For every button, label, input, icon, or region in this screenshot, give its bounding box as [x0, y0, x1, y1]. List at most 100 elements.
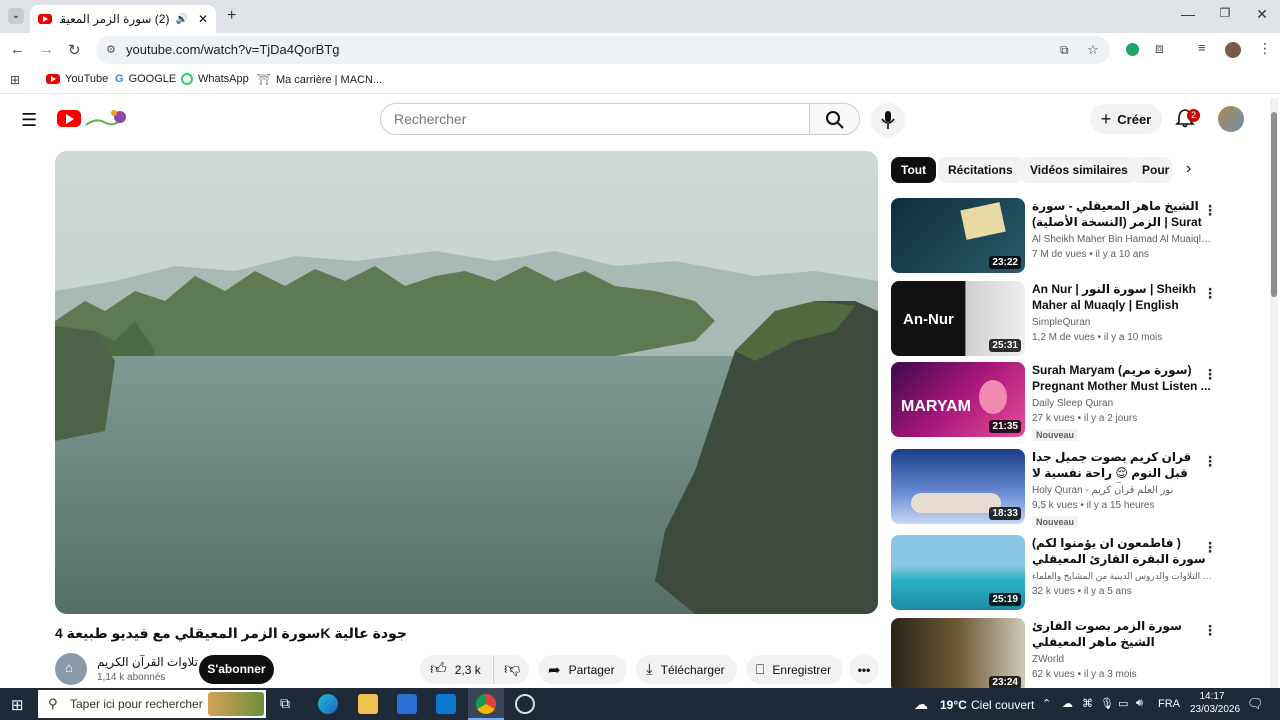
more-vertical-icon[interactable]: ⋮ — [1203, 622, 1217, 639]
install-app-icon[interactable]: ⧉ — [1060, 36, 1069, 64]
microphone-tray-icon[interactable]: 🎙︎ — [1100, 697, 1114, 710]
tab-search-icon[interactable]: ⌄ — [8, 8, 24, 24]
bookmark-google[interactable]: G GOOGLE — [115, 73, 176, 85]
video-thumbnail[interactable]: MARYAM 21:35 — [891, 362, 1025, 437]
chip-videos-similaires[interactable]: Vidéos similaires — [1020, 157, 1138, 183]
windows-start-icon[interactable]: ⊞ — [11, 696, 24, 714]
related-video-channel[interactable]: Holy Quran - نور العلم قرآن كريم — [1032, 485, 1212, 496]
related-video[interactable]: 25:19 (فاطمعون ان يؤمنوا لكم ) سورة البق… — [891, 535, 1221, 611]
bookmark-macn[interactable]: ⛩ Ma carrière | MACN... — [257, 73, 382, 87]
related-video-channel[interactable]: SimpleQuran — [1032, 317, 1212, 328]
show-hidden-icons-icon[interactable]: ⌃ — [1042, 697, 1051, 710]
chip-pour[interactable]: Pour — [1132, 157, 1172, 183]
video-thumbnail[interactable]: 23:22 — [891, 198, 1025, 273]
network-icon[interactable]: ⌘ — [1082, 697, 1093, 710]
save-button[interactable]: ⎕ Enregistrer — [746, 655, 843, 684]
hamburger-menu-icon[interactable]: ☰ — [21, 110, 37, 131]
reload-icon[interactable]: ↻ — [68, 41, 81, 59]
extensions-puzzle-icon[interactable]: ⧈ — [1155, 40, 1164, 57]
minimize-icon[interactable]: — — [1178, 6, 1198, 22]
search-input[interactable]: Rechercher — [380, 103, 810, 135]
scrollbar-thumb[interactable] — [1271, 112, 1277, 297]
chip-recitations[interactable]: Récitations — [938, 157, 1023, 183]
close-window-icon[interactable]: ✕ — [1252, 6, 1272, 23]
create-button[interactable]: + Créer — [1090, 104, 1162, 134]
related-video[interactable]: 23:22 الشيخ ماهر المعيقلي - سورة الزمر (… — [891, 198, 1221, 274]
close-tab-icon[interactable]: ✕ — [198, 12, 208, 26]
more-vertical-icon[interactable]: ⋮ — [1203, 366, 1217, 383]
site-info-icon[interactable]: ⚙ — [106, 36, 116, 64]
more-actions-button[interactable]: ••• — [849, 655, 879, 684]
profile-avatar[interactable] — [1225, 42, 1241, 58]
related-video-channel[interactable]: ZWorld — [1032, 654, 1212, 665]
bookmark-star-icon[interactable]: ☆ — [1087, 36, 1099, 64]
user-avatar[interactable] — [1218, 106, 1244, 132]
address-bar[interactable]: ⚙ youtube.com/watch?v=TjDa4QorBTg ⧉ ☆ — [96, 36, 1110, 64]
channel-avatar[interactable]: ⌂ — [55, 653, 87, 685]
volume-icon[interactable]: 🔊︎ — [1136, 697, 1143, 710]
plus-icon[interactable]: + — [227, 7, 236, 25]
tab-active[interactable]: (2) سورة الزمر المعيقلي مع ج 🔊 ✕ — [30, 5, 216, 33]
channel-name[interactable]: تلاوات القرآن الكريم — [97, 655, 198, 669]
onedrive-icon[interactable]: ☁ — [1062, 697, 1073, 710]
more-vertical-icon[interactable]: ⋮ — [1203, 539, 1217, 556]
battery-icon[interactable]: ▭ — [1118, 697, 1128, 710]
related-video-title[interactable]: (فاطمعون ان يؤمنوا لكم ) سورة البقرة الق… — [1032, 535, 1212, 569]
like-button[interactable]: 👍︎ 2,3 k — [420, 655, 492, 684]
taskbar-search-input[interactable]: ⚲ Taper ici pour rechercher — [38, 690, 266, 718]
more-vertical-icon[interactable]: ⋮ — [1203, 202, 1217, 219]
file-explorer-icon[interactable] — [358, 694, 378, 714]
apps-grid-icon[interactable]: ⊞ — [10, 73, 20, 87]
speaker-icon[interactable]: 🔊 — [175, 14, 187, 25]
restore-icon[interactable]: ❐ — [1215, 6, 1235, 20]
video-thumbnail[interactable]: 23:24 — [891, 618, 1025, 688]
related-video[interactable]: 23:24 سورة الزمر بصوت القارئ الشيخ ماهر … — [891, 618, 1221, 688]
related-video[interactable]: MARYAM 21:35 Surah Maryam (سورة مريم) Pr… — [891, 362, 1221, 441]
video-thumbnail[interactable]: An-Nur 25:31 — [891, 281, 1025, 356]
search-button[interactable] — [809, 103, 860, 135]
video-player[interactable] — [55, 151, 878, 614]
related-video-title[interactable]: سورة الزمر بصوت القارئ الشيخ ماهر المعيق… — [1032, 618, 1212, 650]
related-video-title[interactable]: قران كريم بصوت جميل جدا قبل النوم 😌 راحة… — [1032, 449, 1212, 483]
microsoft-store-icon[interactable] — [397, 694, 417, 714]
related-video-title[interactable]: الشيخ ماهر المعيقلي - سورة الزمر (النسخة… — [1032, 198, 1212, 232]
whatsapp-icon — [181, 73, 193, 85]
forward-icon[interactable]: → — [39, 41, 54, 58]
browser-menu-icon[interactable]: ⋮ — [1258, 40, 1272, 57]
video-thumbnail[interactable]: 25:19 — [891, 535, 1025, 610]
download-button[interactable]: ⤓ Télécharger — [636, 655, 737, 684]
mail-icon[interactable] — [436, 694, 456, 714]
related-video-channel[interactable]: افضل التلاوات والدروس الدينية من المشايخ… — [1032, 571, 1212, 582]
media-control-icon[interactable]: ≡ — [1198, 40, 1206, 55]
back-icon[interactable]: ← — [10, 41, 25, 58]
more-vertical-icon[interactable]: ⋮ — [1203, 453, 1217, 470]
related-video[interactable]: An-Nur 25:31 An Nur | سورة النور | Sheik… — [891, 281, 1221, 357]
related-video[interactable]: 18:33 قران كريم بصوت جميل جدا قبل النوم … — [891, 449, 1221, 528]
chevron-right-icon[interactable]: › — [1186, 160, 1191, 178]
weather-temperature[interactable]: 19°C — [940, 698, 967, 712]
notification-center-icon[interactable]: 🗨︎ — [1247, 696, 1264, 712]
subscribe-button[interactable]: S'abonner — [199, 655, 274, 684]
share-button[interactable]: ➦ Partager — [538, 655, 627, 684]
related-video-channel[interactable]: Al Sheikh Maher Bin Hamad Al Muaiqly | .… — [1032, 234, 1212, 245]
youtube-doodle-logo[interactable] — [84, 107, 130, 129]
system-clock[interactable]: 14:17 23/03/2026 — [1190, 691, 1240, 715]
weather-description[interactable]: Ciel couvert — [971, 698, 1034, 712]
related-video-title[interactable]: Surah Maryam (سورة مريم) Pregnant Mother… — [1032, 362, 1212, 394]
chip-tout[interactable]: Tout — [891, 157, 937, 183]
related-video-title[interactable]: An Nur | سورة النور | Sheikh Maher al Mu… — [1032, 281, 1212, 315]
more-vertical-icon[interactable]: ⋮ — [1203, 285, 1217, 302]
video-thumbnail[interactable]: 18:33 — [891, 449, 1025, 524]
extension-green-icon[interactable] — [1126, 43, 1139, 56]
youtube-logo[interactable] — [57, 110, 81, 127]
edge-browser-icon[interactable] — [318, 694, 338, 714]
clock-app-icon[interactable] — [515, 694, 535, 714]
related-video-channel[interactable]: Daily Sleep Quran — [1032, 398, 1212, 409]
dislike-button[interactable]: 👎︎ — [493, 655, 529, 684]
bookmark-youtube[interactable]: YouTube — [46, 73, 108, 85]
bookmark-whatsapp[interactable]: WhatsApp — [181, 73, 249, 85]
voice-search-button[interactable] — [871, 103, 905, 137]
language-indicator[interactable]: FRA — [1158, 698, 1180, 710]
task-view-icon[interactable]: ⧉ — [280, 695, 290, 712]
chrome-taskbar-button[interactable] — [468, 688, 504, 720]
